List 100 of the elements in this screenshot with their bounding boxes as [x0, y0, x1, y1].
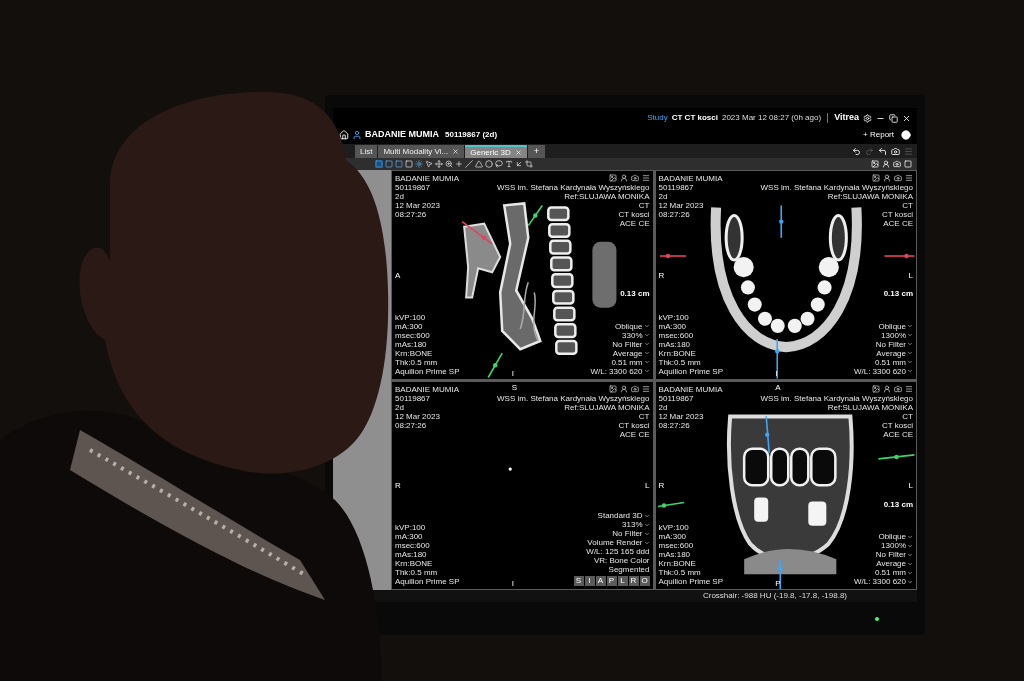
crosshair-line[interactable] — [778, 204, 783, 239]
camera-icon[interactable] — [894, 384, 902, 393]
person-icon[interactable] — [883, 384, 891, 393]
caret-icon[interactable] — [907, 323, 913, 329]
restore-icon[interactable] — [889, 113, 898, 123]
tab[interactable]: Multi Modality Vi... — [378, 145, 465, 158]
orientation-button[interactable]: R — [628, 576, 639, 586]
crosshair-line[interactable] — [777, 558, 782, 589]
undo-icon[interactable] — [852, 146, 861, 156]
crosshair-line[interactable] — [877, 453, 915, 460]
move-icon[interactable] — [435, 160, 443, 168]
circle-icon[interactable] — [901, 130, 911, 140]
scan-parameter-text: Thk:0.5 mm — [658, 357, 702, 367]
orientation-button[interactable]: L — [617, 576, 628, 586]
caret-icon[interactable] — [643, 323, 650, 329]
caret-icon[interactable] — [907, 359, 913, 365]
orientation-button[interactable]: P — [606, 576, 617, 586]
caret-icon[interactable] — [907, 578, 913, 585]
image-icon[interactable] — [872, 174, 880, 182]
tab[interactable]: List — [355, 145, 378, 158]
caret-icon[interactable] — [643, 368, 650, 374]
scan-parameter-text: msec:600 — [658, 330, 695, 340]
caret-icon[interactable] — [907, 569, 913, 576]
render-setting-text: 1300% — [881, 330, 906, 340]
study-date: 2023 Mar 12 08:27 (0h ago) — [721, 112, 822, 124]
caret-icon[interactable] — [907, 341, 913, 347]
crosshair-line[interactable] — [774, 338, 779, 379]
crosshair-line[interactable] — [527, 204, 544, 227]
settings-icon[interactable] — [863, 113, 872, 123]
angle-icon[interactable] — [475, 160, 483, 168]
lasso-icon[interactable] — [495, 160, 503, 168]
camera-icon[interactable] — [894, 174, 902, 182]
crosshair-icon[interactable] — [455, 160, 463, 168]
sun-icon[interactable] — [415, 160, 423, 168]
caret-icon[interactable] — [907, 332, 913, 338]
study-info-text: CT — [638, 411, 650, 421]
close-icon[interactable] — [902, 113, 911, 123]
crosshair-line[interactable] — [656, 501, 685, 508]
person-icon[interactable] — [619, 384, 628, 393]
patient-name: BADANIE MUMIA — [365, 128, 439, 142]
crosshair-line[interactable] — [764, 415, 770, 454]
orientation-button[interactable]: O — [639, 576, 650, 586]
user-icon — [352, 130, 362, 140]
camera-icon[interactable] — [630, 384, 639, 393]
caret-icon[interactable] — [907, 542, 913, 549]
zoom-icon[interactable] — [445, 160, 453, 168]
crop-icon[interactable] — [525, 160, 533, 168]
image-icon[interactable] — [872, 384, 880, 393]
pointer-icon[interactable] — [425, 160, 433, 168]
orientation-label: R — [658, 481, 665, 491]
line-icon[interactable] — [465, 160, 473, 168]
back-icon[interactable] — [878, 146, 887, 156]
caret-icon[interactable] — [907, 551, 913, 558]
person-icon[interactable] — [619, 174, 628, 182]
person-icon[interactable] — [882, 160, 890, 168]
viewport[interactable] — [655, 171, 916, 379]
caret-icon[interactable] — [907, 368, 913, 374]
caret-icon[interactable] — [907, 560, 913, 567]
menu-icon[interactable] — [641, 174, 650, 182]
study-info-text: ACE CE — [619, 219, 650, 228]
caret-icon[interactable] — [643, 341, 650, 347]
close-tab-icon[interactable] — [452, 148, 460, 155]
text-tool-icon[interactable] — [505, 160, 513, 168]
menu-icon[interactable] — [905, 174, 913, 182]
menu-icon[interactable] — [641, 384, 650, 393]
crosshair-line[interactable] — [487, 352, 503, 379]
scan-parameter-text: msec:600 — [395, 330, 431, 340]
caret-icon[interactable] — [643, 350, 650, 356]
new-tab-button[interactable]: + — [527, 145, 545, 158]
caret-icon[interactable] — [643, 530, 650, 537]
orientation-button[interactable]: S — [573, 576, 584, 586]
scan-parameter-text: msec:600 — [658, 541, 695, 550]
scan-parameter-text: kVP:100 — [658, 312, 690, 322]
ellipse-icon[interactable] — [485, 160, 493, 168]
report-button[interactable]: + Report — [861, 129, 896, 141]
orientation-button[interactable]: I — [584, 576, 595, 586]
viewport[interactable] — [392, 171, 653, 379]
caret-icon[interactable] — [907, 350, 913, 356]
caret-icon[interactable] — [643, 539, 650, 546]
camera-icon[interactable] — [630, 174, 639, 182]
caret-icon[interactable] — [907, 533, 913, 540]
image-icon[interactable] — [608, 174, 617, 182]
orientation-button[interactable]: A — [595, 576, 606, 586]
tab[interactable]: Generic 3D — [465, 145, 527, 158]
viewport[interactable] — [655, 381, 916, 589]
scan-parameter-text: Krn:BONE — [658, 348, 697, 358]
caret-icon[interactable] — [643, 332, 650, 338]
caret-icon[interactable] — [643, 359, 650, 365]
arrow-icon[interactable] — [515, 160, 523, 168]
menu-icon[interactable] — [905, 384, 913, 393]
render-setting-text: No Filter — [612, 339, 643, 349]
viewport[interactable] — [392, 381, 653, 589]
square-icon[interactable] — [385, 160, 393, 168]
caret-icon[interactable] — [643, 521, 650, 528]
person-icon[interactable] — [883, 174, 891, 182]
crosshair-line[interactable] — [461, 220, 493, 245]
home-icon[interactable] — [339, 130, 349, 140]
caret-icon[interactable] — [643, 512, 650, 519]
image-icon[interactable] — [608, 384, 617, 393]
square-icon[interactable] — [395, 160, 403, 168]
